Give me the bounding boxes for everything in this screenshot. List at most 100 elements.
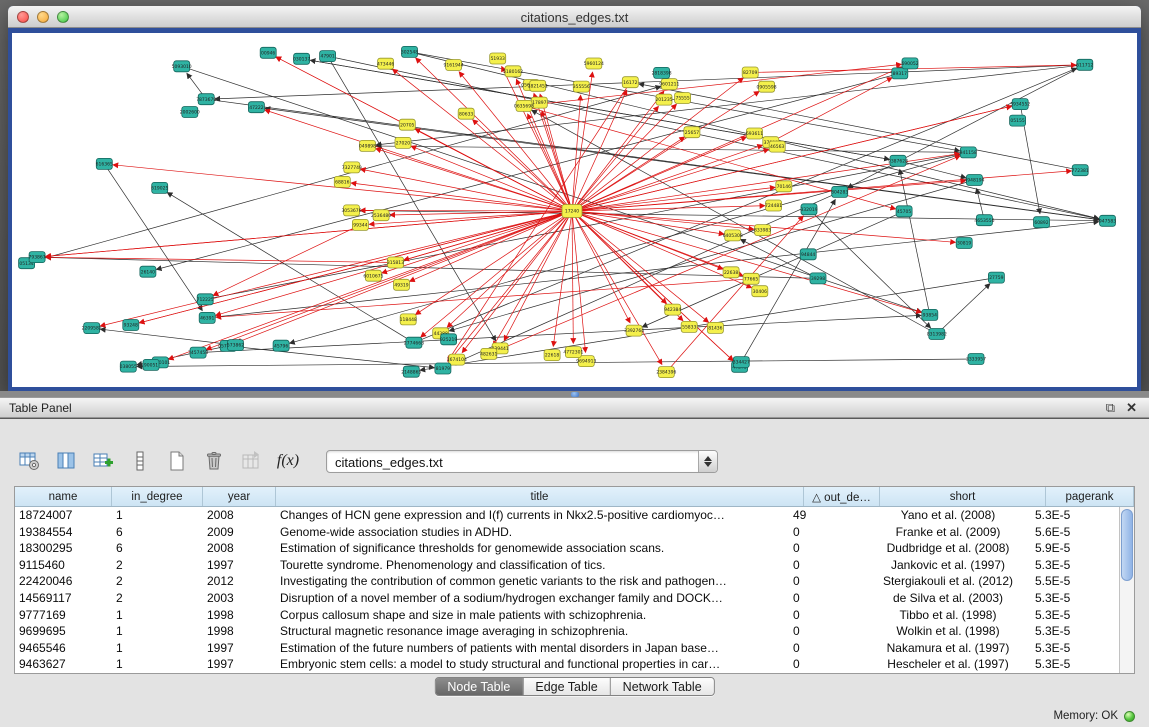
graph-node[interactable]: 5960124 [584, 58, 604, 69]
graph-node[interactable]: 049898 [359, 140, 376, 151]
graph-node[interactable]: 724481 [765, 200, 782, 211]
graph-node[interactable]: 804283 [831, 186, 848, 197]
graph-node[interactable]: 27759 [988, 272, 1004, 283]
graph-node[interactable]: 482631 [480, 348, 497, 359]
edit-table-icon[interactable] [90, 448, 116, 474]
close-panel-icon[interactable]: ✕ [1126, 400, 1137, 416]
network-view-window[interactable]: citations_edges.txt 17240 355556 5960124 16… [8, 6, 1141, 391]
graph-node[interactable]: 00946 [260, 47, 276, 58]
graph-node[interactable]: 573862 [227, 340, 244, 351]
graph-node[interactable]: 0635698 [514, 100, 534, 111]
graph-node[interactable]: 7873679 [196, 94, 216, 105]
network-canvas[interactable]: 1724035555659601241617220123596012117555… [12, 33, 1137, 387]
graph-node[interactable]: 925219 [440, 334, 457, 345]
graph-node[interactable]: 3934552 [1010, 99, 1030, 110]
table-row[interactable]: 2242004622012Investigating the contribut… [15, 573, 1119, 590]
graph-node[interactable]: 30406 [752, 286, 768, 297]
graph-node[interactable]: 94844 [800, 249, 816, 260]
graph-node[interactable]: 82709 [742, 67, 758, 78]
graph-node[interactable]: 941158 [960, 147, 977, 158]
graph-node[interactable]: 0905598 [757, 81, 777, 92]
graph-node[interactable]: 6010675 [363, 270, 383, 281]
column-header[interactable]: year [203, 487, 276, 506]
graph-node[interactable]: 5093010 [172, 61, 192, 72]
graph-node[interactable]: 315813 [387, 257, 404, 268]
table-row[interactable]: 1872400712008Changes of HCN gene express… [15, 507, 1119, 524]
combo-stepper-icon[interactable] [698, 451, 717, 472]
delete-icon[interactable] [201, 448, 227, 474]
function-builder-icon[interactable]: f(x) [275, 448, 301, 474]
graph-node[interactable]: 5180162 [503, 66, 523, 77]
graph-node[interactable]: 49319 [394, 279, 410, 290]
graph-node[interactable]: 3053676 [341, 205, 361, 216]
graph-node[interactable]: 22638 [723, 267, 739, 278]
column-header[interactable]: name [15, 487, 112, 506]
graph-node[interactable]: 693611 [746, 128, 763, 139]
graph-node[interactable]: 6405308 [723, 230, 743, 241]
table-row[interactable]: 977716911998Corpus callosum shape and si… [15, 607, 1119, 624]
graph-node[interactable]: 712225 [197, 294, 214, 305]
graph-node[interactable]: 9161944 [444, 60, 464, 71]
graph-node[interactable]: 20705 [399, 119, 415, 130]
graph-node[interactable]: 2002600 [180, 107, 200, 118]
graph-node[interactable]: 45705 [896, 206, 912, 217]
graph-node[interactable]: 355556 [573, 81, 590, 92]
graph-node[interactable]: 93248 [123, 320, 139, 331]
new-file-icon[interactable] [164, 448, 190, 474]
window-titlebar[interactable]: citations_edges.txt [8, 6, 1141, 28]
table-settings-icon[interactable] [16, 448, 42, 474]
column-header[interactable]: title [276, 487, 804, 506]
graph-node[interactable]: 05155 [1010, 115, 1026, 126]
graph-node[interactable]: 9387628 [888, 155, 908, 166]
graph-node[interactable]: 16172 [622, 77, 638, 88]
scrollbar-thumb[interactable] [1121, 509, 1133, 581]
graph-node[interactable]: 118448 [400, 314, 417, 325]
graph-node[interactable]: 17240 [562, 205, 582, 218]
graph-node[interactable]: 25657 [684, 127, 700, 138]
graph-node[interactable]: 99344 [352, 219, 368, 230]
vertical-scrollbar[interactable] [1119, 507, 1134, 673]
graph-node[interactable]: 30819 [956, 238, 972, 249]
column-header[interactable]: pagerank [1046, 487, 1134, 506]
graph-node[interactable]: 942384 [664, 304, 681, 315]
graph-node[interactable]: 26140 [140, 266, 156, 277]
graph-node[interactable]: 45796 [273, 340, 289, 351]
graph-node[interactable]: 302548 [401, 46, 418, 57]
graph-node[interactable]: 690052 [901, 58, 918, 69]
graph-node[interactable]: 201235 [655, 94, 672, 105]
table-row[interactable]: 911546021997Tourette syndrome. Phenomeno… [15, 557, 1119, 574]
graph-node[interactable]: 81979 [435, 363, 451, 374]
tab-edge-table[interactable]: Edge Table [523, 678, 610, 695]
graph-node[interactable]: 3333957 [966, 354, 986, 365]
graph-node[interactable]: 947583 [1099, 215, 1116, 226]
graph-node[interactable]: 9601211 [659, 79, 679, 90]
graph-node[interactable]: 81436 [707, 322, 723, 333]
show-columns-icon[interactable] [53, 448, 79, 474]
graph-node[interactable]: 772381 [1072, 165, 1089, 176]
table-panel-header[interactable]: Table Panel ⧉ ✕ [0, 397, 1149, 418]
graph-node[interactable]: 4772301 [563, 347, 583, 358]
graph-node[interactable]: 473446 [377, 58, 394, 69]
table-row[interactable]: 1830029562008Estimation of significance … [15, 540, 1119, 557]
graph-node[interactable]: 3457458 [188, 347, 208, 358]
table-row[interactable]: 946362711997Embryonic stem cells: a mode… [15, 656, 1119, 673]
graph-node[interactable]: 27020 [395, 137, 411, 148]
graph-node[interactable]: 89317 [892, 68, 908, 79]
graph-node[interactable]: 2774668 [404, 337, 424, 348]
graph-node[interactable]: 39298 [810, 273, 826, 284]
graph-node[interactable]: 47901 [320, 51, 336, 62]
column-header[interactable]: short [880, 487, 1046, 506]
graph-node[interactable]: 8313982 [927, 329, 947, 340]
table-row[interactable]: 969969511998Structural magnetic resonanc… [15, 623, 1119, 640]
float-panel-icon[interactable]: ⧉ [1106, 400, 1115, 416]
graph-node[interactable]: 55833 [681, 321, 697, 332]
table-row[interactable]: 946554611997Estimation of the future num… [15, 640, 1119, 657]
graph-node[interactable]: 4653556 [974, 215, 994, 226]
graph-node[interactable]: 334427 [733, 357, 750, 368]
table-row[interactable]: 1938455462009Genome-wide association stu… [15, 524, 1119, 541]
graph-node[interactable]: 332019 [800, 204, 817, 215]
graph-node[interactable]: 2209582 [82, 323, 102, 334]
tab-node-table[interactable]: Node Table [435, 678, 523, 695]
graph-node[interactable]: 030137 [293, 53, 310, 64]
graph-node[interactable]: 68816 [334, 176, 350, 187]
